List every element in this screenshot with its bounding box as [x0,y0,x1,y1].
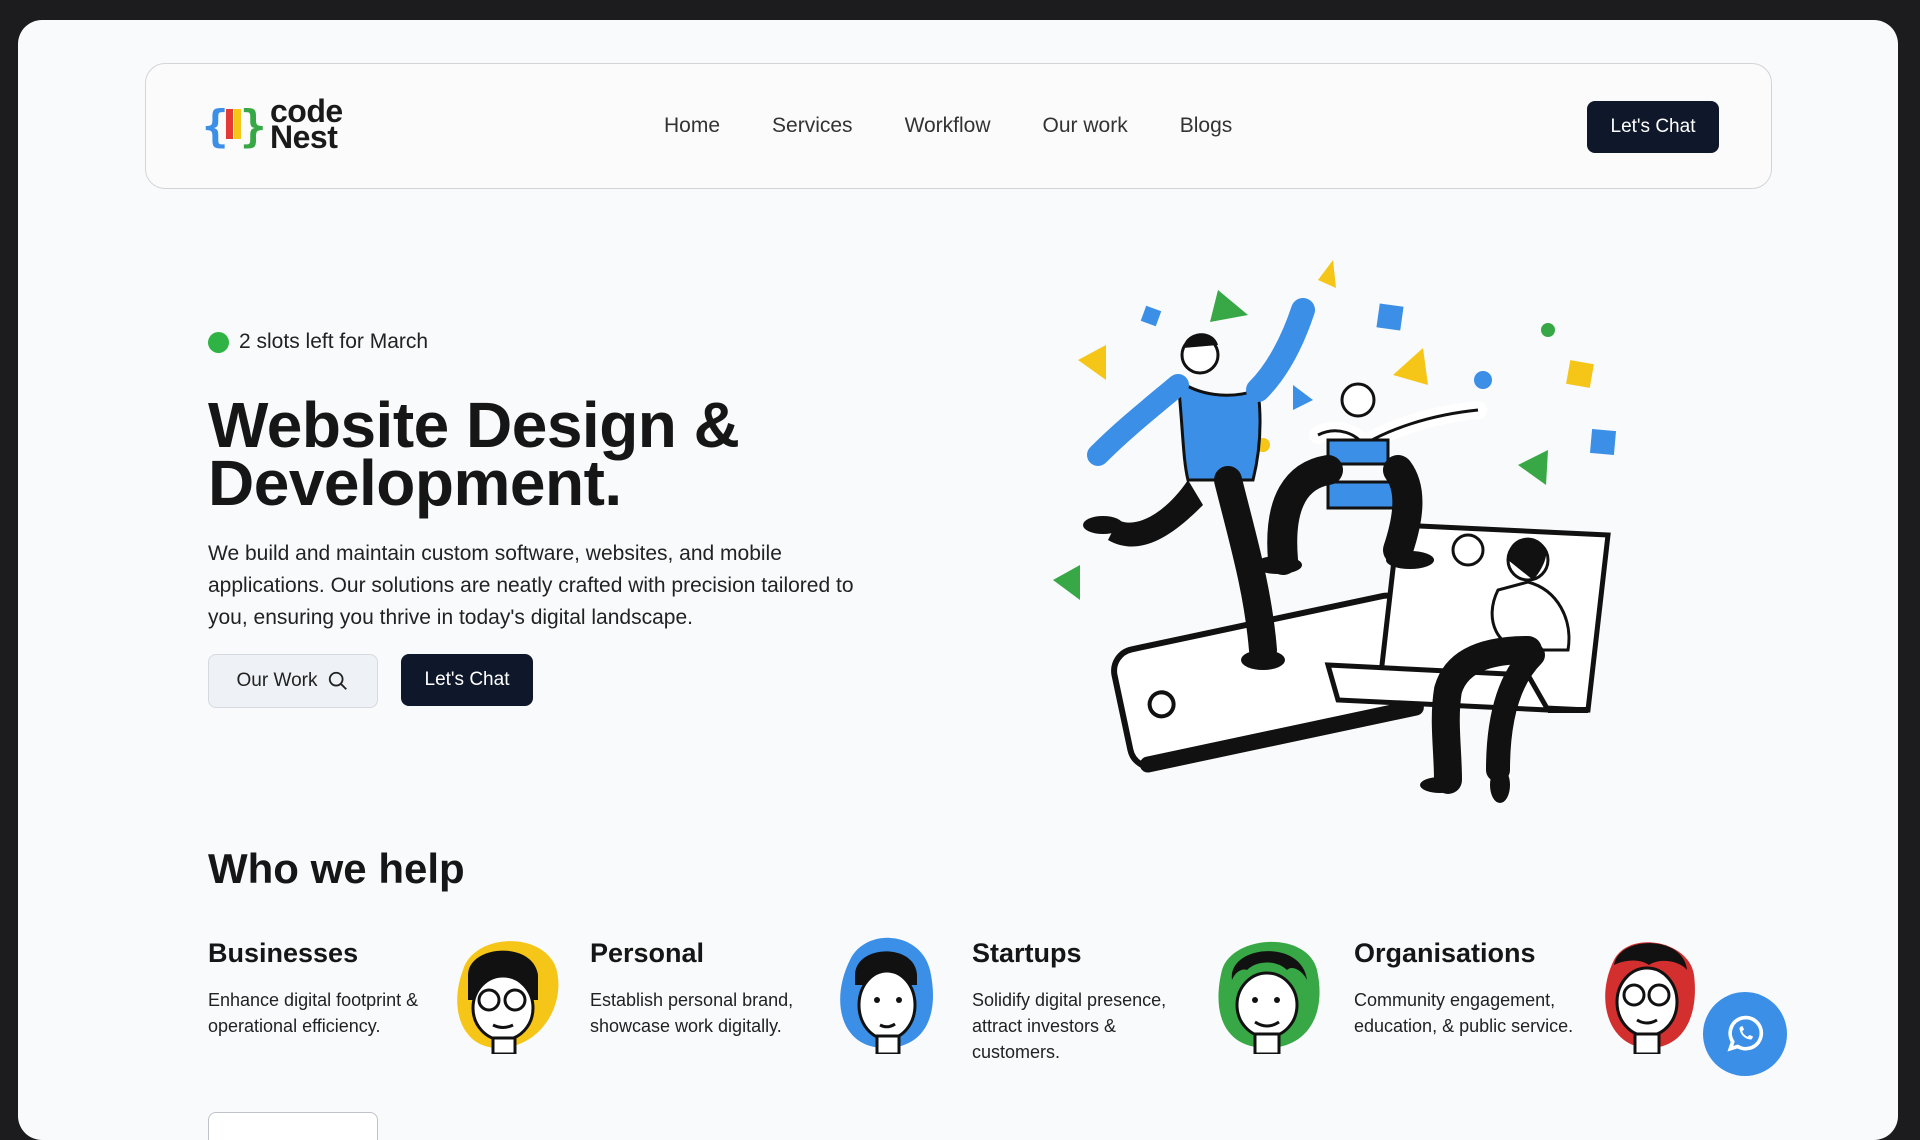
card-text: Solidify digital presence, attract inves… [972,990,1167,1062]
availability-text: 2 slots left for March [239,330,429,353]
top-navbar: { } code Nest Home Services Workflow Our… [145,63,1772,189]
codenest-logo[interactable]: { } code Nest [202,95,343,155]
businesses-avatar-icon [457,941,559,1054]
availability-badge: 2 slots left for March [208,330,428,354]
card-businesses: Businesses Enhance digital footprint & o… [208,938,578,1098]
browser-page: { } code Nest Home Services Workflow Our… [18,20,1898,1140]
card-personal: Personal Establish personal brand, showc… [590,937,960,1098]
nav-links: Home Services Workflow Our work Blogs [664,64,1232,188]
our-work-button[interactable]: Our Work [208,654,378,708]
whatsapp-button[interactable] [1703,992,1787,1076]
svg-text:}: } [240,101,264,149]
our-work-label: Our Work [236,670,318,691]
startups-avatar-icon [1218,941,1320,1054]
who-we-help-title: Who we help [208,845,465,892]
card-startups: Startups Solidify digital presence, attr… [972,938,1342,1098]
logo-wordmark: code Nest [270,95,343,155]
hero-description: We build and maintain custom software, w… [208,542,854,629]
card-text: Enhance digital footprint & operational … [208,990,419,1036]
nav-services[interactable]: Services [772,114,853,138]
hero-title-line-1: Website Design & [208,389,740,461]
personal-avatar-icon [840,937,933,1054]
nav-home[interactable]: Home [664,114,720,138]
card-text: Community engagement, education, & publi… [1354,990,1574,1036]
logo-line-2: Nest [270,119,338,155]
search-icon [329,671,348,690]
card-text: Establish personal brand, showcase work … [590,990,794,1036]
partial-button[interactable] [208,1112,378,1140]
hero-illustration [1053,260,1617,803]
nav-lets-chat-button[interactable]: Let's Chat [1587,101,1719,153]
braces-logo-icon: { } [202,101,264,149]
organisations-avatar-icon [1605,942,1695,1054]
hero-title-line-2: Development. [208,447,622,519]
svg-text:{: { [202,101,229,149]
nav-blogs[interactable]: Blogs [1180,114,1233,138]
card-organisations: Organisations Community engagement, educ… [1354,938,1724,1098]
whatsapp-icon [1727,1015,1764,1052]
status-dot-icon [208,331,229,353]
nav-our-work[interactable]: Our work [1043,114,1128,138]
nav-workflow[interactable]: Workflow [905,114,991,138]
hero-title: Website Design & Development. [208,389,740,519]
hero-lets-chat-button[interactable]: Let's Chat [401,654,533,706]
